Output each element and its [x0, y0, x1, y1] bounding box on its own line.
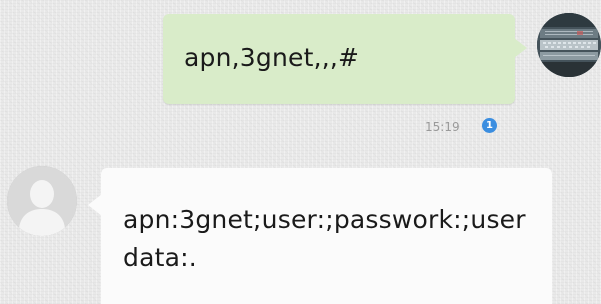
outgoing-message-bubble[interactable]: apn,3gnet,,,# — [163, 14, 527, 104]
default-person-icon — [7, 166, 77, 236]
info-badge-icon[interactable]: 1 — [482, 118, 497, 133]
outgoing-avatar[interactable] — [537, 13, 601, 77]
incoming-message-bubble[interactable]: apn:3gnet;user:;passwork:;userdata:. — [88, 168, 552, 304]
outgoing-message-text: apn,3gnet,,,# — [184, 43, 360, 72]
incoming-message-text: apn:3gnet;user:;passwork:;userdata:. — [123, 205, 526, 272]
incoming-bubble-tail — [88, 194, 102, 216]
message-timestamp: 15:19 — [425, 120, 460, 134]
incoming-avatar[interactable] — [7, 166, 77, 236]
outgoing-bubble-tail — [514, 38, 527, 58]
contact-photo-icon — [537, 13, 601, 77]
